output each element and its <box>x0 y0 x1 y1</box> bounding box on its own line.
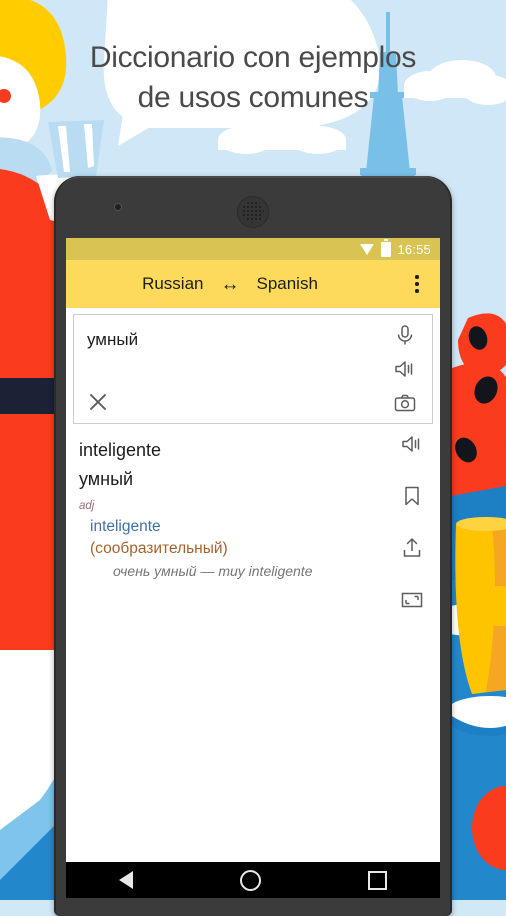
usage-example: очень умный — muy inteligente <box>113 563 313 579</box>
android-navigation-bar <box>66 862 440 898</box>
part-of-speech-label: adj <box>79 500 95 512</box>
wifi-icon <box>360 243 375 255</box>
app-toolbar: Russian ↔ Spanish <box>66 260 440 308</box>
microphone-icon[interactable] <box>393 323 417 347</box>
headline-line-2: de usos comunes <box>137 81 369 114</box>
battery-icon <box>381 239 392 257</box>
speaker-icon[interactable] <box>400 432 424 456</box>
fullscreen-icon[interactable] <box>400 588 424 612</box>
status-bar: 16:55 <box>66 238 440 260</box>
phone-screen: 16:55 Russian ↔ Spanish умный inteligent… <box>66 238 440 862</box>
search-area: умный <box>66 308 440 424</box>
result-headword-source: умный <box>79 469 134 489</box>
result-headword-translation: inteligente <box>79 440 162 460</box>
status-bar-time: 16:55 <box>397 241 431 257</box>
back-nav-icon[interactable] <box>119 871 134 889</box>
close-icon[interactable] <box>85 389 111 415</box>
speaker-icon[interactable] <box>393 357 417 381</box>
search-input-card[interactable]: умный <box>73 314 433 424</box>
translation-results: inteligente умный adj inteligente (сообр… <box>66 424 440 862</box>
recents-nav-icon[interactable] <box>367 870 387 890</box>
front-camera-icon <box>114 203 122 211</box>
clear-input-button[interactable] <box>85 389 111 415</box>
target-language-label[interactable]: Spanish <box>256 274 317 294</box>
swap-languages-icon[interactable]: ↔ <box>220 275 239 294</box>
translation-main[interactable]: inteligente <box>79 516 382 538</box>
home-nav-icon[interactable] <box>239 869 261 891</box>
search-input[interactable]: умный <box>87 330 138 350</box>
translation-alternative[interactable]: (сообразительный) <box>79 538 382 560</box>
phone-mockup: 16:55 Russian ↔ Spanish умный inteligent… <box>54 176 452 916</box>
source-language-label[interactable]: Russian <box>142 274 203 294</box>
overflow-menu-icon[interactable] <box>394 260 440 308</box>
bookmark-icon[interactable] <box>400 484 424 508</box>
earpiece-speaker-icon <box>237 196 269 228</box>
result-text-block: inteligente умный adj inteligente (сообр… <box>66 436 440 582</box>
search-action-icons <box>383 315 427 423</box>
language-switcher[interactable]: Russian ↔ Spanish <box>66 274 394 294</box>
headline-line-1: Diccionario con ejemplos <box>89 41 417 74</box>
promo-headline: Diccionario con ejemplos de usos comunes <box>0 38 506 118</box>
camera-icon[interactable] <box>393 391 417 415</box>
share-upload-icon[interactable] <box>400 536 424 560</box>
result-action-icons <box>390 432 434 612</box>
